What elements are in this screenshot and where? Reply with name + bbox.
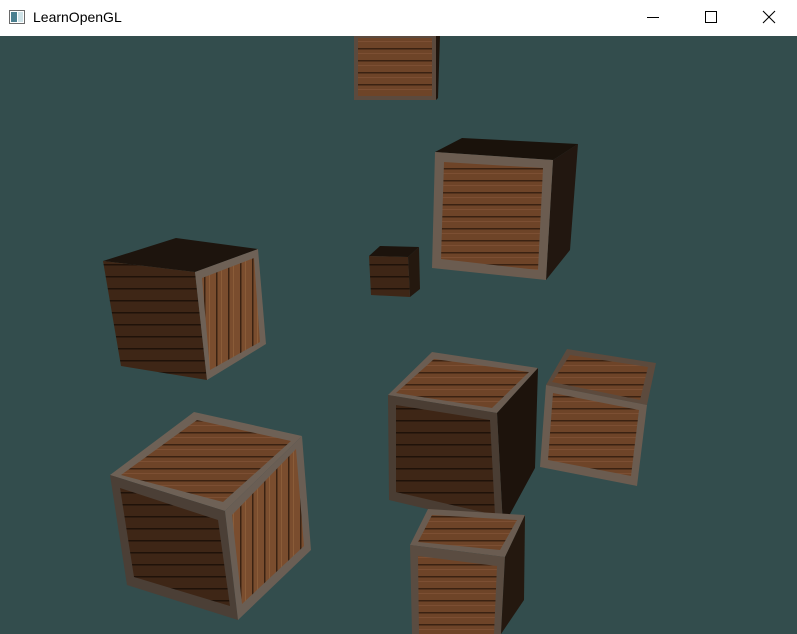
crate-6 [540, 349, 656, 486]
close-icon [762, 10, 776, 24]
title-bar[interactable]: LearnOpenGL [0, 0, 797, 36]
crate-4 [103, 238, 266, 380]
minimize-button[interactable] [624, 0, 682, 36]
close-button[interactable] [740, 0, 797, 36]
window-app-icon [9, 10, 25, 24]
crate-3 [369, 246, 420, 297]
minimize-icon [647, 17, 659, 18]
opengl-viewport[interactable] [0, 36, 797, 634]
crate-7 [110, 412, 311, 620]
window-title: LearnOpenGL [33, 9, 122, 25]
crate-5 [388, 352, 538, 527]
maximize-icon [705, 11, 717, 23]
crate-2 [432, 138, 578, 280]
crate-8 [410, 509, 525, 634]
crate-1 [354, 36, 440, 100]
maximize-button[interactable] [682, 0, 740, 36]
app-window: LearnOpenGL [0, 0, 797, 634]
